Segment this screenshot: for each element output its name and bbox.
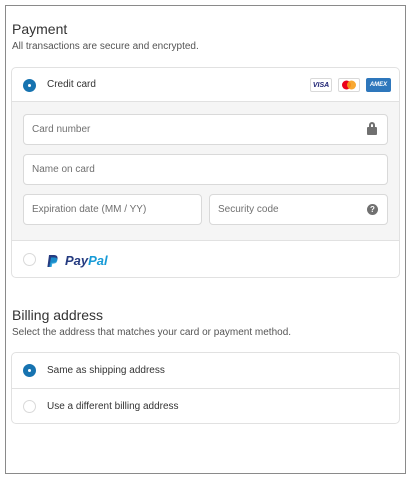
name-on-card-field[interactable]	[23, 154, 388, 185]
expiration-input[interactable]	[32, 195, 181, 224]
help-icon[interactable]: ?	[367, 204, 378, 215]
card-number-field[interactable]	[23, 114, 388, 145]
mastercard-circles-icon	[342, 80, 356, 90]
credit-card-label: Credit card	[47, 79, 96, 90]
same-address-radio[interactable]	[23, 364, 36, 377]
checkout-frame: Payment All transactions are secure and …	[5, 5, 406, 474]
billing-title: Billing address	[12, 307, 104, 323]
mastercard-icon	[338, 78, 360, 92]
paypal-icon	[47, 254, 58, 267]
payment-title: Payment	[12, 21, 68, 37]
paypal-wordmark-pay: Pay	[65, 253, 89, 268]
same-address-label: Same as shipping address	[47, 365, 165, 376]
paypal-logo: PayPal	[46, 253, 108, 268]
billing-option-different[interactable]: Use a different billing address	[12, 389, 399, 424]
security-code-field[interactable]: ?	[209, 194, 388, 225]
visa-icon: VISA	[310, 78, 332, 92]
paypal-wordmark-pal: Pal	[88, 253, 108, 268]
credit-card-option[interactable]: Credit card VISA AMEX	[12, 68, 399, 101]
name-on-card-input[interactable]	[32, 155, 367, 184]
payment-methods-box: Credit card VISA AMEX Card number Name o…	[11, 67, 400, 278]
credit-card-form: ?	[12, 101, 399, 241]
billing-subtitle: Select the address that matches your car…	[12, 327, 292, 338]
expiration-field[interactable]	[23, 194, 202, 225]
lock-icon	[367, 122, 377, 135]
paypal-radio[interactable]	[23, 253, 36, 266]
credit-card-radio[interactable]	[23, 79, 36, 92]
security-code-input[interactable]	[218, 195, 367, 224]
different-address-radio[interactable]	[23, 400, 36, 413]
amex-icon: AMEX	[366, 78, 391, 92]
payment-subtitle: All transactions are secure and encrypte…	[12, 41, 199, 52]
billing-option-same[interactable]: Same as shipping address	[12, 353, 399, 388]
different-address-label: Use a different billing address	[47, 401, 179, 412]
card-number-input[interactable]	[32, 115, 367, 144]
billing-options-box: Same as shipping address Use a different…	[11, 352, 400, 424]
